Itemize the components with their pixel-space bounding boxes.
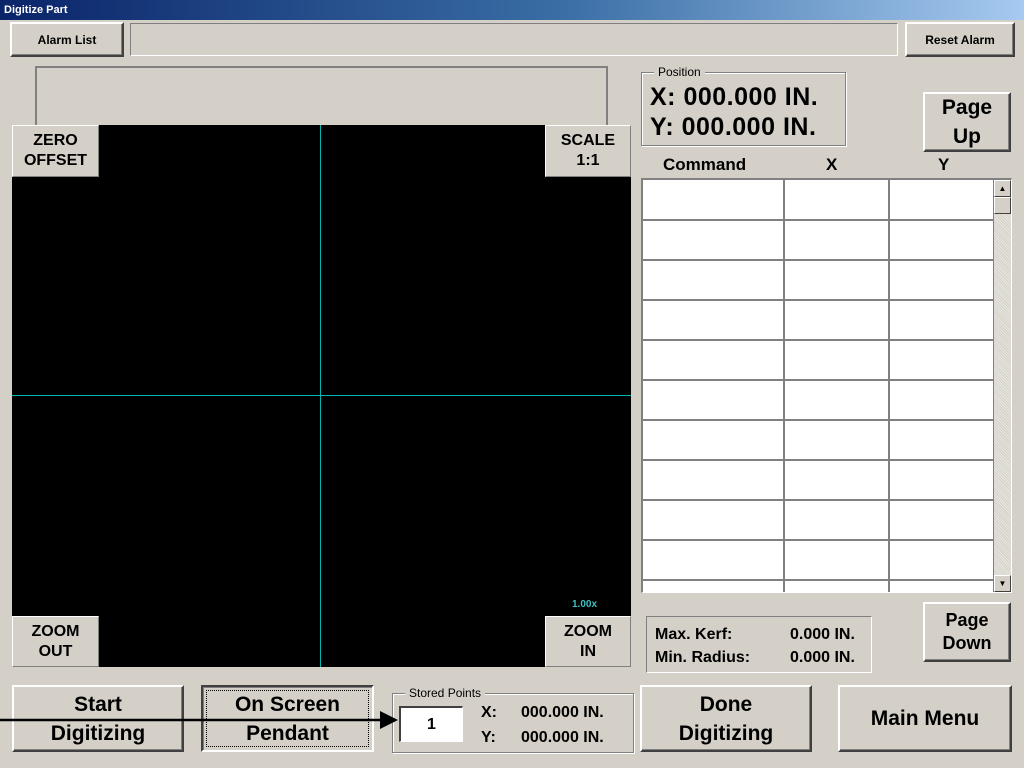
zoom-out-button[interactable]: ZOOM OUT bbox=[12, 616, 99, 667]
position-legend: Position bbox=[654, 65, 705, 79]
y-cell[interactable] bbox=[889, 180, 995, 221]
column-header-x: X bbox=[826, 155, 838, 174]
y-cell[interactable] bbox=[889, 260, 995, 301]
position-y-label: Y: bbox=[650, 113, 675, 141]
min-radius-value: 0.000 IN. bbox=[790, 649, 855, 666]
table-row[interactable] bbox=[643, 380, 995, 421]
position-x-readout: X: 000.000 IN. bbox=[650, 83, 818, 112]
y-cell[interactable] bbox=[889, 540, 995, 581]
position-y-readout: Y: 000.000 IN. bbox=[650, 113, 816, 142]
y-cell[interactable] bbox=[889, 340, 995, 381]
command-table[interactable]: ▲ ▼ bbox=[641, 178, 1012, 593]
alarm-message-field bbox=[130, 23, 898, 56]
command-cell[interactable] bbox=[643, 460, 785, 501]
position-x-value: 000.000 bbox=[683, 83, 778, 111]
x-cell[interactable] bbox=[783, 420, 891, 461]
command-cell[interactable] bbox=[643, 340, 785, 381]
command-cell[interactable] bbox=[643, 540, 785, 581]
reset-alarm-button[interactable]: Reset Alarm bbox=[905, 22, 1015, 57]
stored-x-value: 000.000 IN. bbox=[521, 704, 604, 721]
x-cell[interactable] bbox=[783, 260, 891, 301]
crosshair-horizontal bbox=[12, 395, 631, 396]
position-y-unit: IN. bbox=[782, 113, 817, 141]
max-kerf-value: 0.000 IN. bbox=[790, 626, 855, 643]
y-cell[interactable] bbox=[889, 580, 995, 592]
table-row[interactable] bbox=[643, 180, 995, 221]
command-cell[interactable] bbox=[643, 500, 785, 541]
table-row[interactable] bbox=[643, 420, 995, 461]
table-row[interactable] bbox=[643, 300, 995, 341]
stored-points-group: Stored Points 1 X: 000.000 IN. Y: 000.00… bbox=[392, 686, 634, 753]
done-digitizing-button[interactable]: Done Digitizing bbox=[640, 685, 812, 752]
table-row[interactable] bbox=[643, 500, 995, 541]
kerf-info-panel: Max. Kerf: 0.000 IN. Min. Radius: 0.000 … bbox=[646, 616, 872, 673]
x-cell[interactable] bbox=[783, 460, 891, 501]
zero-offset-button[interactable]: ZERO OFFSET bbox=[12, 125, 99, 177]
command-cell[interactable] bbox=[643, 420, 785, 461]
column-header-command: Command bbox=[663, 155, 747, 174]
x-cell[interactable] bbox=[783, 300, 891, 341]
command-cell[interactable] bbox=[643, 380, 785, 421]
crosshair-vertical bbox=[320, 125, 321, 667]
table-row[interactable] bbox=[643, 460, 995, 501]
x-cell[interactable] bbox=[783, 540, 891, 581]
y-cell[interactable] bbox=[889, 460, 995, 501]
table-row[interactable] bbox=[643, 540, 995, 581]
scroll-thumb[interactable] bbox=[994, 197, 1011, 214]
scale-button[interactable]: SCALE 1:1 bbox=[545, 125, 631, 177]
x-cell[interactable] bbox=[783, 220, 891, 261]
y-cell[interactable] bbox=[889, 300, 995, 341]
zoom-in-button[interactable]: ZOOM IN bbox=[545, 616, 631, 667]
digitize-plot-canvas[interactable]: 1.00x bbox=[12, 125, 631, 667]
zoom-level-text: 1.00x bbox=[572, 599, 598, 610]
main-menu-button[interactable]: Main Menu bbox=[838, 685, 1012, 752]
window-title-bar: Digitize Part bbox=[0, 0, 1024, 20]
page-down-button[interactable]: Page Down bbox=[923, 602, 1011, 662]
table-row[interactable] bbox=[643, 260, 995, 301]
position-x-label: X: bbox=[650, 83, 676, 111]
table-row[interactable] bbox=[643, 340, 995, 381]
command-cell[interactable] bbox=[643, 300, 785, 341]
scroll-down-icon[interactable]: ▼ bbox=[994, 575, 1011, 592]
y-cell[interactable] bbox=[889, 420, 995, 461]
digitize-part-window: Digitize Part Alarm List Reset Alarm 1.0… bbox=[0, 0, 1024, 768]
command-cell[interactable] bbox=[643, 220, 785, 261]
stored-points-legend: Stored Points bbox=[405, 686, 486, 700]
stored-x-label: X: bbox=[481, 704, 497, 721]
x-cell[interactable] bbox=[783, 340, 891, 381]
stored-y-value: 000.000 IN. bbox=[521, 729, 604, 746]
y-cell[interactable] bbox=[889, 220, 995, 261]
scroll-up-icon[interactable]: ▲ bbox=[994, 180, 1011, 197]
x-cell[interactable] bbox=[783, 380, 891, 421]
x-cell[interactable] bbox=[783, 180, 891, 221]
y-cell[interactable] bbox=[889, 380, 995, 421]
min-radius-label: Min. Radius: bbox=[655, 649, 751, 666]
command-grid bbox=[643, 180, 995, 592]
command-cell[interactable] bbox=[643, 260, 785, 301]
command-cell[interactable] bbox=[643, 580, 785, 592]
position-x-unit: IN. bbox=[784, 83, 819, 111]
command-cell[interactable] bbox=[643, 180, 785, 221]
table-row[interactable] bbox=[643, 220, 995, 261]
table-row[interactable] bbox=[643, 580, 995, 592]
max-kerf-label: Max. Kerf: bbox=[655, 626, 733, 643]
y-cell[interactable] bbox=[889, 500, 995, 541]
command-table-scrollbar[interactable]: ▲ ▼ bbox=[994, 180, 1011, 592]
stored-point-index-field[interactable]: 1 bbox=[399, 706, 463, 742]
position-y-value: 000.000 bbox=[681, 113, 776, 141]
page-up-button[interactable]: Page Up bbox=[923, 92, 1011, 152]
position-group: Position X: 000.000 IN. Y: 000.000 IN. bbox=[641, 65, 846, 146]
x-cell[interactable] bbox=[783, 500, 891, 541]
x-cell[interactable] bbox=[783, 580, 891, 592]
annotation-arrow-icon bbox=[0, 711, 398, 729]
column-header-y: Y bbox=[938, 155, 950, 174]
stored-y-label: Y: bbox=[481, 729, 496, 746]
plot-header-frame bbox=[35, 66, 608, 126]
alarm-list-button[interactable]: Alarm List bbox=[10, 22, 124, 57]
